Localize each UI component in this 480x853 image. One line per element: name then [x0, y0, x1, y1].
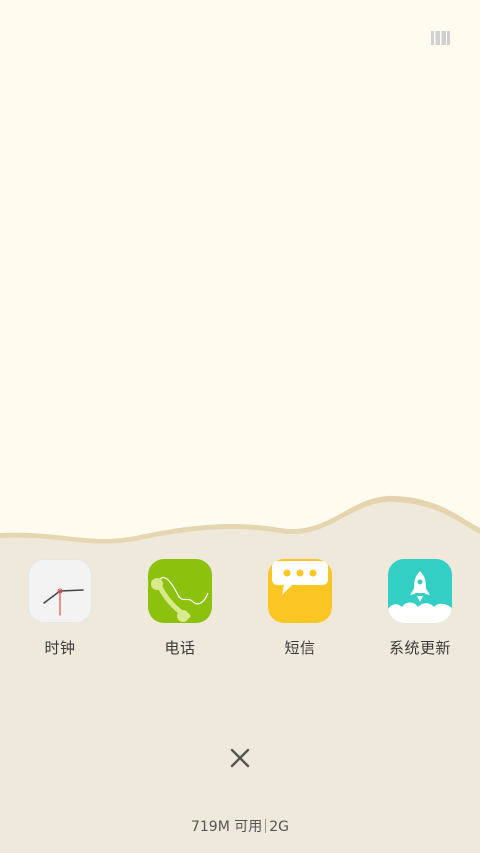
memory-status: 719M 可用 2G [0, 816, 480, 836]
app-message[interactable]: 短信 [250, 559, 350, 658]
app-label: 系统更新 [388, 639, 451, 657]
memory-total: 2G [269, 819, 290, 835]
memory-available: 719M 可用 [190, 819, 263, 835]
close-icon[interactable] [225, 743, 255, 773]
message-icon [268, 559, 332, 623]
app-phone[interactable]: 电话 [130, 559, 230, 658]
app-label: 电话 [164, 639, 196, 657]
clock-icon [28, 559, 92, 623]
recent-apps-row: 时钟 电话 短信 系统更新 [0, 559, 480, 669]
app-label: 时钟 [44, 639, 76, 657]
app-clock[interactable]: 时钟 [10, 559, 110, 658]
phone-icon [148, 559, 212, 623]
status-divider [265, 819, 267, 833]
app-system-update[interactable]: 系统更新 [370, 559, 470, 658]
layout-toggle-icon[interactable] [431, 31, 450, 45]
rocket-icon [388, 559, 452, 623]
app-label: 短信 [284, 639, 316, 657]
